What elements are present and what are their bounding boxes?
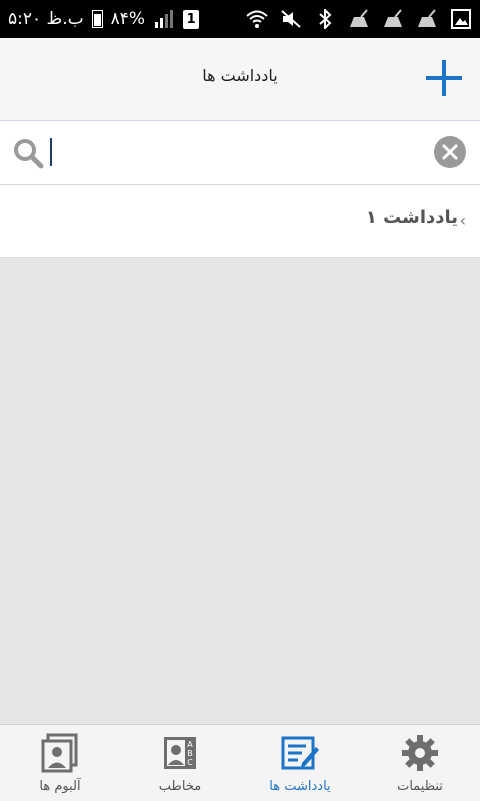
nav-label-notes: یادداشت ها bbox=[269, 779, 331, 794]
nav-item-contacts[interactable]: A B C مخاطب bbox=[120, 725, 240, 801]
nav-item-settings[interactable]: تنظیمات bbox=[360, 725, 480, 801]
status-left: ۵:۲۰ ب.ظ ۸۴% 1 bbox=[8, 8, 200, 30]
album-icon bbox=[40, 733, 80, 773]
text-caret bbox=[50, 138, 52, 166]
cleaner-icon bbox=[382, 8, 404, 30]
nav-label-albums: آلبوم ها bbox=[39, 779, 81, 794]
signal-icon bbox=[153, 8, 175, 30]
gallery-icon bbox=[450, 8, 472, 30]
cleaner-icon bbox=[348, 8, 370, 30]
clock: ۵:۲۰ ب.ظ bbox=[8, 9, 84, 29]
nav-item-notes[interactable]: یادداشت ها bbox=[240, 725, 360, 801]
search-icon bbox=[12, 137, 44, 169]
battery-level: ۸۴% bbox=[110, 9, 146, 29]
chevron-left-icon: ‹ bbox=[459, 211, 466, 230]
svg-text:B: B bbox=[187, 749, 193, 758]
sim-slot-badge: 1 bbox=[183, 9, 200, 29]
note-title: یادداشت ۱ bbox=[365, 207, 458, 228]
nav-label-contacts: مخاطب bbox=[158, 779, 202, 794]
svg-text:A: A bbox=[187, 740, 193, 749]
page-title: یادداشت ها bbox=[202, 66, 278, 85]
clear-search-button[interactable] bbox=[434, 136, 466, 168]
close-icon bbox=[442, 144, 458, 160]
status-right bbox=[246, 8, 472, 30]
list-item[interactable]: ‹ یادداشت ۱ bbox=[0, 185, 480, 257]
plus-icon bbox=[426, 60, 462, 96]
status-bar: ۵:۲۰ ب.ظ ۸۴% 1 bbox=[0, 0, 480, 38]
notes-list: ‹ یادداشت ۱ bbox=[0, 185, 480, 258]
notes-icon bbox=[280, 733, 320, 773]
svg-text:C: C bbox=[187, 758, 193, 767]
nav-item-albums[interactable]: آلبوم ها bbox=[0, 725, 120, 801]
contact-icon: A B C bbox=[160, 733, 200, 773]
cleaner-icon bbox=[416, 8, 438, 30]
bottom-nav: آلبوم ها A B C مخاطب یادداشت ها تنظیمات bbox=[0, 724, 480, 801]
wifi-icon bbox=[246, 8, 268, 30]
app-header: یادداشت ها bbox=[0, 38, 480, 121]
nav-label-settings: تنظیمات bbox=[397, 779, 443, 794]
add-note-button[interactable] bbox=[424, 58, 464, 98]
search-bar bbox=[0, 121, 480, 185]
bluetooth-icon bbox=[314, 8, 336, 30]
mute-icon bbox=[280, 8, 302, 30]
battery-icon bbox=[91, 10, 103, 28]
search-input[interactable] bbox=[50, 131, 424, 175]
gear-icon bbox=[400, 733, 440, 773]
